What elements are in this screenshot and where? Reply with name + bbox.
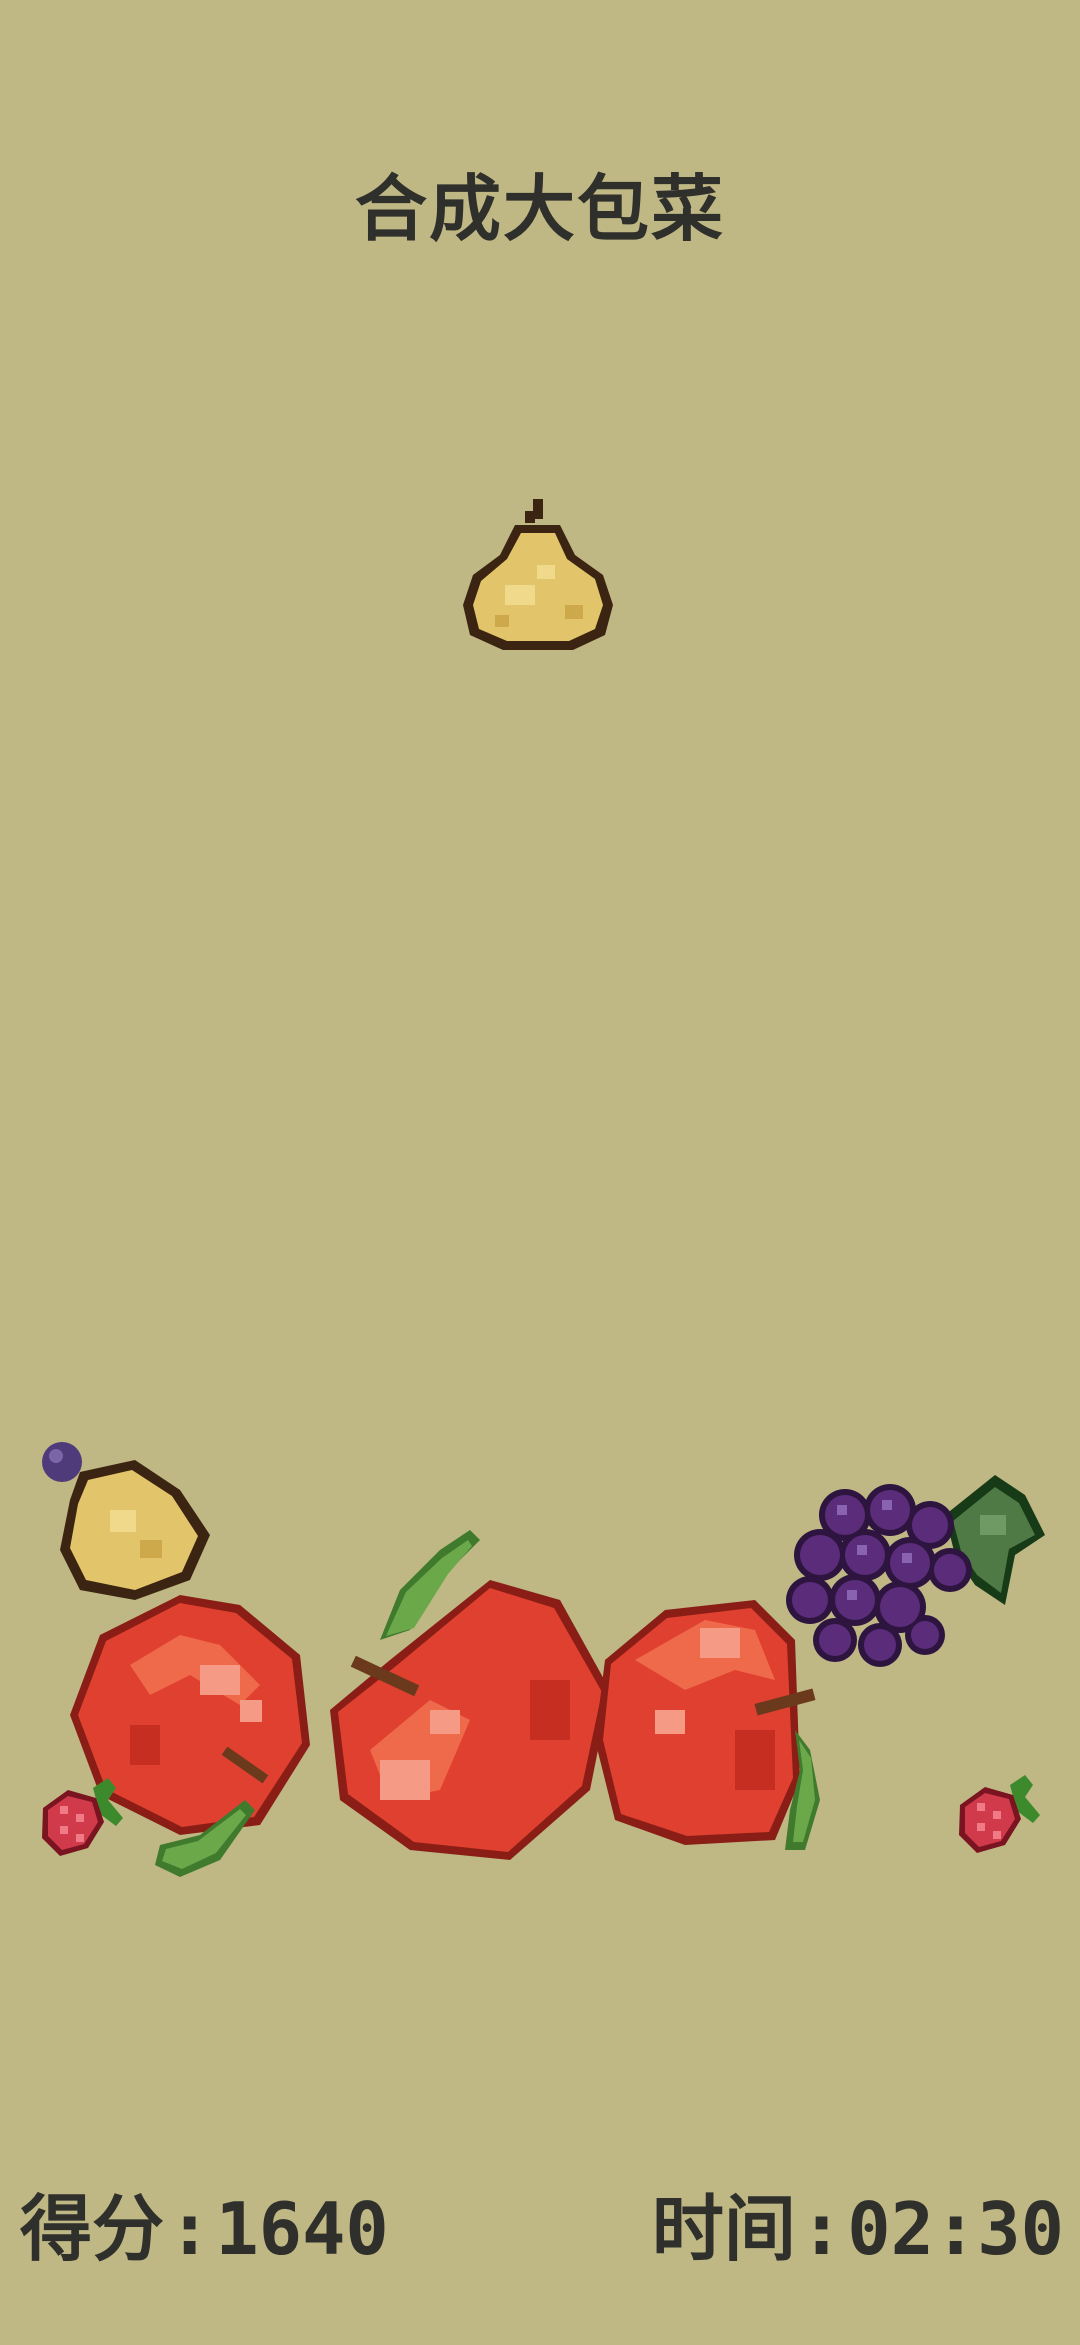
time-label: 时间 (651, 2187, 796, 2271)
score-separator: : (168, 2187, 212, 2271)
game-title: 合成大包菜 (354, 167, 725, 251)
pile-raspberry-2 (955, 1775, 1040, 1855)
game-board[interactable]: 合成大包菜 得分:1640 时间:02:30 (0, 0, 1080, 2345)
falling-pear (455, 495, 620, 655)
pile-apple-2 (330, 1530, 610, 1860)
pile-pear (40, 1440, 215, 1605)
score-label: 得分 (20, 2187, 165, 2271)
time-separator: : (799, 2187, 844, 2271)
pile-raspberry-1 (38, 1778, 123, 1858)
score-value: 1640 (215, 2187, 389, 2271)
time-value: 02:30 (847, 2187, 1064, 2271)
score-display: 得分:1640 (20, 2170, 389, 2271)
pile-grapes (775, 1475, 1045, 1675)
time-display: 时间:02:30 (652, 2170, 1064, 2271)
